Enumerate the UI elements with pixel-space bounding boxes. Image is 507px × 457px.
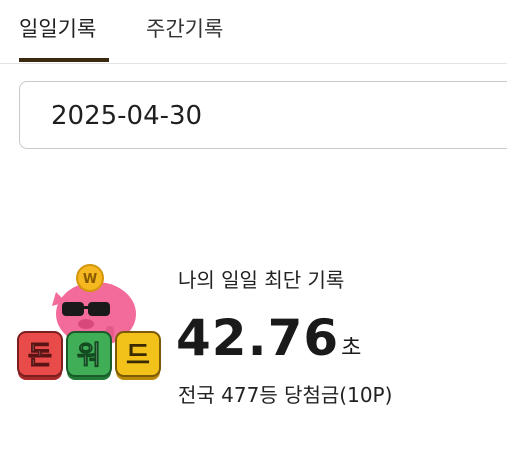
logo-tile-3: 드 xyxy=(115,331,161,380)
logo-tile-2-text: 워 xyxy=(77,341,101,371)
record-time: 42.76초 xyxy=(176,308,361,380)
tab-daily-record[interactable]: 일일기록 xyxy=(19,15,96,43)
coin-icon: W xyxy=(76,264,104,292)
donword-logo: W 돈 워 드 xyxy=(17,264,161,380)
tab-bar: 일일기록 주간기록 xyxy=(0,0,507,64)
active-tab-indicator xyxy=(19,58,109,62)
logo-tile-1-text: 돈 xyxy=(28,341,52,371)
coin-symbol: W xyxy=(83,272,97,287)
date-value: 2025-04-30 xyxy=(51,101,203,131)
date-selector[interactable]: 2025-04-30 xyxy=(19,81,507,149)
rank-prize-text: 전국 477등 당첨금(10P) xyxy=(178,383,393,407)
record-time-unit: 초 xyxy=(341,336,362,361)
logo-tile-2: 워 xyxy=(66,331,112,380)
tab-weekly-record[interactable]: 주간기록 xyxy=(146,15,223,43)
record-label: 나의 일일 최단 기록 xyxy=(178,268,345,292)
logo-tile-3-text: 드 xyxy=(126,341,150,371)
record-time-number: 42.76 xyxy=(176,309,340,367)
logo-tile-1: 돈 xyxy=(17,331,63,380)
